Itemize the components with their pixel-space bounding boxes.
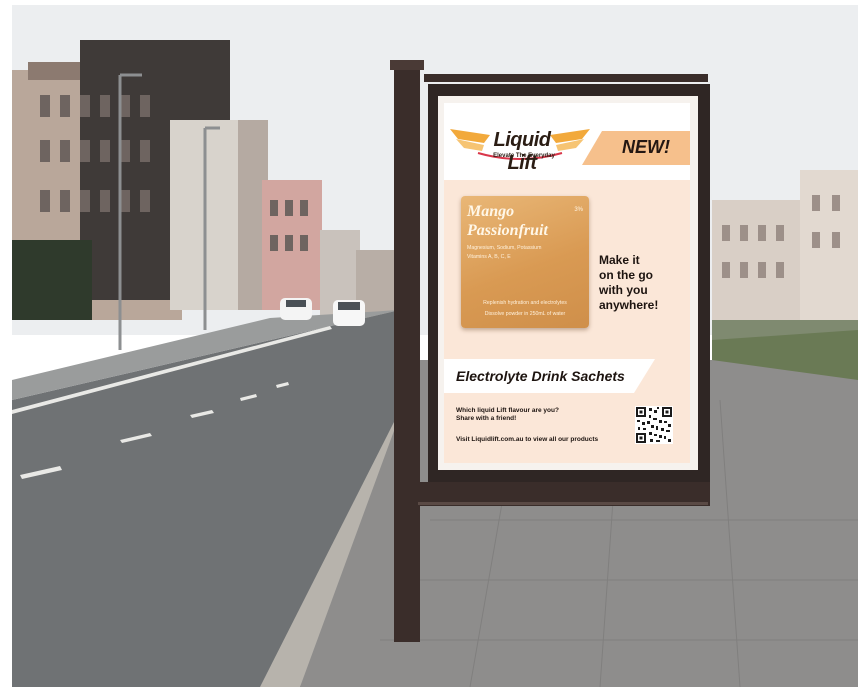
street-scene xyxy=(12,5,858,687)
share-prompt-line2: Share with a friend! xyxy=(456,415,517,422)
product-sachet: Mango Passionfruit 3% Magnesium, Sodium,… xyxy=(461,196,589,328)
sachet-flavour-line2: Passionfruit xyxy=(467,222,548,239)
brand-tagline: Elevate The Everyday xyxy=(493,153,555,159)
new-badge-text: NEW! xyxy=(622,137,670,157)
slogan-line2: on the go xyxy=(599,268,653,282)
brand-logo: Liquid Lift Elevate The Everyday xyxy=(450,125,590,174)
poster: Liquid Lift Elevate The Everyday NEW! Ma… xyxy=(444,103,690,463)
sachet-footer-line1: Replenish hydration and electrolytes xyxy=(483,300,567,306)
slogan-line3: with you xyxy=(599,283,648,297)
sachet-flavour: Mango Passionfruit xyxy=(467,202,548,240)
sachet-size: 3% xyxy=(574,207,583,213)
sachet-ingredients-line1: Magnesium, Sodium, Potassium xyxy=(467,245,542,251)
website-text: Visit Liquidlift.com.au to view all our … xyxy=(456,436,599,443)
slogan-line1: Make it xyxy=(599,253,640,267)
slogan-line4: anywhere! xyxy=(599,298,659,312)
sachet-flavour-line1: Mango xyxy=(467,203,515,220)
slogan: Make it on the go with you anywhere! xyxy=(599,253,689,313)
share-prompt: Which liquid Lift flavour are you? Share… xyxy=(456,407,606,423)
sachet-footer-line2: Dissolve powder in 250mL of water xyxy=(484,311,566,317)
qr-code-icon xyxy=(635,406,673,444)
sachet-ingredients: Magnesium, Sodium, Potassium Vitamins A,… xyxy=(467,244,577,262)
share-prompt-line1: Which liquid Lift flavour are you? xyxy=(456,407,559,414)
product-banner-text: Electrolyte Drink Sachets xyxy=(456,368,625,384)
poster-header: Liquid Lift Elevate The Everyday NEW! xyxy=(444,103,690,180)
brand-name: Liquid Lift xyxy=(493,129,551,174)
sachet-ingredients-line2: Vitamins A, B, C, E xyxy=(467,254,511,260)
